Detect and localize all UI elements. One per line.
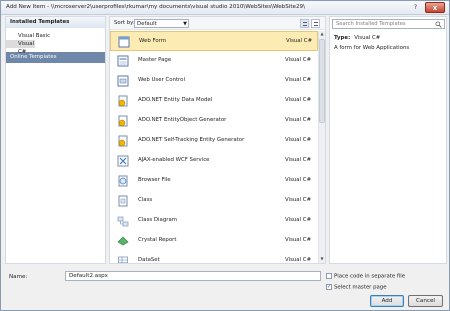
user-control-icon [117, 75, 129, 87]
select-master-page-checkbox[interactable]: ✓ [326, 284, 332, 290]
template-language: Visual C# [285, 57, 312, 63]
template-language: Visual C# [285, 77, 312, 83]
entity-generator-icon [118, 115, 128, 127]
template-row[interactable]: Web User Control Visual C# [110, 71, 318, 91]
template-name: ADO.NET Entity Data Model [138, 97, 213, 103]
scrollbar-thumb[interactable] [319, 39, 325, 123]
template-language: Visual C# [285, 257, 312, 263]
template-row[interactable]: ADO.NET Entity Data Model Visual C# [110, 91, 318, 111]
wcf-service-icon [117, 155, 129, 167]
template-language: Visual C# [285, 137, 312, 143]
self-tracking-generator-icon [118, 135, 128, 147]
template-language: Visual C# [285, 237, 312, 243]
search-installed-templates-input[interactable]: Search Installed Templates [332, 19, 445, 29]
cancel-button[interactable]: Cancel [408, 295, 443, 307]
search-icon [435, 21, 442, 28]
help-button[interactable]: ? [410, 3, 421, 12]
template-name: Web User Control [138, 77, 185, 83]
select-master-page-label: Select master page [334, 284, 387, 291]
template-language: Visual C# [285, 97, 312, 103]
sort-bar: Sort by: Default ▼ [110, 17, 325, 30]
template-list-scrollbar[interactable]: ▲ ▼ [318, 31, 325, 263]
template-row[interactable]: Master Page Visual C# [110, 51, 318, 71]
crystal-report-icon [117, 236, 129, 246]
template-description: A form for Web Applications [334, 45, 410, 51]
template-language: Visual C# [285, 117, 312, 123]
template-row[interactable]: Web Form Visual C# [110, 31, 318, 51]
scroll-down-icon[interactable]: ▼ [319, 256, 325, 263]
dataset-icon [118, 256, 128, 263]
tile-view-icon [314, 22, 318, 26]
template-name: Browser File [138, 177, 171, 183]
sort-by-label: Sort by: [114, 20, 135, 26]
template-row[interactable]: ADO.NET EntityObject Generator Visual C# [110, 111, 318, 131]
template-language: Visual C# [285, 217, 312, 223]
browser-file-icon [118, 175, 128, 187]
template-name: Web Form [139, 38, 167, 44]
place-code-separate-label: Place code in separate file [334, 273, 406, 280]
category-visual-basic[interactable]: Visual Basic [6, 32, 105, 40]
template-language: Visual C# [286, 38, 313, 44]
template-name: Master Page [138, 57, 172, 63]
template-row[interactable]: Browser File Visual C# [110, 171, 318, 191]
template-categories-pane: Installed Templates Visual Basic Visual … [5, 16, 106, 264]
template-details-pane: Search Installed Templates Type: Visual C… [329, 16, 447, 264]
add-button[interactable]: Add [370, 295, 404, 307]
list-view-button[interactable] [300, 19, 309, 28]
title-bar: Add New Item - \\mcroserver2\userprofile… [1, 1, 449, 15]
template-list: Web Form Visual C# Master Page Visual C#… [110, 31, 318, 263]
sort-by-dropdown[interactable]: Default ▼ [134, 19, 189, 28]
template-name: Crystal Report [138, 237, 177, 243]
name-label: Name: [9, 274, 28, 280]
class-icon [118, 195, 128, 207]
template-name: ADO.NET EntityObject Generator [138, 117, 227, 123]
template-language: Visual C# [285, 157, 312, 163]
scroll-up-icon[interactable]: ▲ [319, 31, 325, 38]
type-value: Visual C# [354, 35, 381, 41]
template-type: Type: Visual C# [334, 35, 380, 41]
online-templates-header[interactable]: Online Templates [6, 52, 105, 63]
name-field[interactable]: Default2.aspx [65, 271, 321, 281]
category-visual-csharp[interactable]: Visual C# [6, 40, 35, 55]
template-name: DataSet [138, 257, 160, 263]
place-code-separate-checkbox[interactable] [326, 273, 332, 279]
template-row[interactable]: Class Diagram Visual C# [110, 211, 318, 231]
master-page-icon [117, 55, 129, 67]
template-name: Class Diagram [138, 217, 178, 223]
category-tree: Visual Basic Visual C# [6, 28, 105, 55]
type-label: Type: [334, 35, 351, 41]
template-name: ADO.NET Self-Tracking Entity Generator [138, 137, 245, 143]
template-name: AJAX-enabled WCF Service [138, 157, 210, 163]
web-form-icon [118, 36, 130, 48]
entity-model-icon [118, 95, 128, 107]
close-button[interactable]: x [425, 2, 445, 13]
template-language: Visual C# [285, 177, 312, 183]
add-new-item-dialog: Add New Item - \\mcroserver2\userprofile… [0, 0, 450, 311]
template-name: Class [138, 197, 153, 203]
tile-view-button[interactable] [311, 19, 320, 28]
class-diagram-icon [117, 216, 129, 227]
template-row[interactable]: AJAX-enabled WCF Service Visual C# [110, 151, 318, 171]
template-row[interactable]: Class Visual C# [110, 191, 318, 211]
template-row[interactable]: ADO.NET Self-Tracking Entity Generator V… [110, 131, 318, 151]
chevron-down-icon: ▼ [183, 21, 187, 27]
installed-templates-header[interactable]: Installed Templates [6, 17, 105, 28]
template-list-pane: Sort by: Default ▼ Web Form Visual C# Ma… [109, 16, 326, 264]
list-view-icon [303, 22, 307, 26]
select-master-page-option[interactable]: ✓ Select master page [326, 284, 387, 291]
window-title: Add New Item - \\mcroserver2\userprofile… [6, 4, 305, 10]
sort-by-value: Default [137, 21, 157, 27]
template-language: Visual C# [285, 197, 312, 203]
template-row[interactable]: DataSet Visual C# [110, 251, 318, 263]
search-placeholder: Search Installed Templates [336, 21, 406, 27]
template-row[interactable]: Crystal Report Visual C# [110, 231, 318, 251]
place-code-separate-option[interactable]: Place code in separate file [326, 273, 405, 280]
